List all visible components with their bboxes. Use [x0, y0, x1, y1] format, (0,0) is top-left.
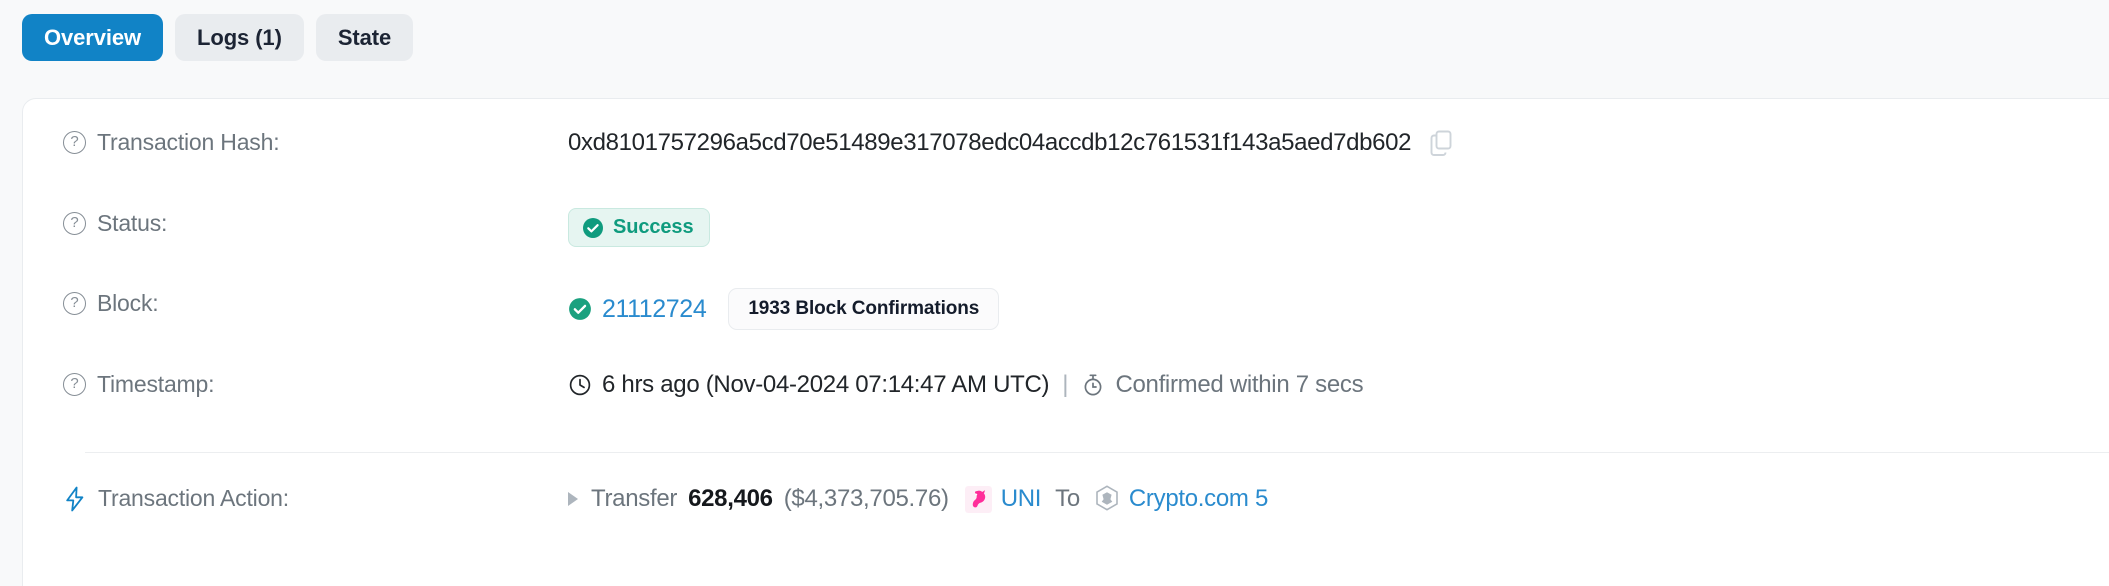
block-number-link[interactable]: 21112724	[602, 295, 707, 324]
transaction-details-page: Overview Logs (1) State ? Transaction Ha…	[0, 0, 2109, 586]
timestamp-value-cell: 6 hrs ago (Nov-04-2024 07:14:47 AM UTC) …	[568, 369, 2109, 401]
check-circle-icon	[583, 217, 603, 238]
transaction-hash-label-cell: ? Transaction Hash:	[63, 127, 568, 156]
timestamp-relative: 6 hrs ago (Nov-04-2024 07:14:47 AM UTC)	[602, 371, 1050, 398]
transaction-action-value-cell: Transfer 628,406 ($4,373,705.76) UNI To	[568, 483, 2109, 515]
detail-rows: ? Transaction Hash: 0xd8101757296a5cd70e…	[23, 99, 2109, 515]
uniswap-unicorn-icon	[964, 485, 992, 513]
transaction-hash-value-cell: 0xd8101757296a5cd70e51489e317078edc04acc…	[568, 127, 2109, 159]
timestamp-separator: |	[1062, 371, 1069, 398]
block-confirmations-badge: 1933 Block Confirmations	[728, 288, 1000, 330]
stopwatch-icon	[1084, 374, 1102, 396]
row-transaction-hash: ? Transaction Hash: 0xd8101757296a5cd70e…	[23, 127, 2109, 186]
block-label: Block:	[97, 290, 159, 316]
action-to-word: To	[1055, 485, 1080, 512]
timestamp-label: Timestamp:	[97, 371, 215, 397]
status-badge: Success	[568, 208, 711, 247]
tab-logs[interactable]: Logs (1)	[175, 14, 304, 61]
status-label-cell: ? Status:	[63, 208, 568, 237]
action-verb: Transfer	[591, 485, 678, 512]
row-timestamp: ? Timestamp: 6 hrs ago (Nov-04-2024 07:1…	[23, 369, 2109, 428]
tab-state[interactable]: State	[315, 14, 414, 61]
action-amount: 628,406	[688, 485, 773, 512]
recipient-link[interactable]: Crypto.com 5	[1129, 485, 1268, 513]
question-circle-icon[interactable]: ?	[63, 373, 86, 396]
caret-right-icon[interactable]	[568, 492, 578, 506]
clock-icon	[569, 374, 591, 396]
question-circle-icon[interactable]: ?	[63, 292, 86, 315]
token-symbol-link[interactable]: UNI	[1001, 485, 1042, 513]
question-circle-icon[interactable]: ?	[63, 131, 86, 154]
row-block: ? Block: 21112724 1933 Block Confirmatio…	[23, 288, 2109, 347]
block-label-cell: ? Block:	[63, 288, 568, 317]
row-transaction-action: Transaction Action: Transfer 628,406 ($4…	[23, 453, 2109, 515]
status-value-cell: Success	[568, 208, 2109, 247]
row-status: ? Status: Success	[23, 208, 2109, 267]
timestamp-confirmed-within: Confirmed within 7 secs	[1115, 371, 1364, 398]
block-value-cell: 21112724 1933 Block Confirmations	[568, 288, 2109, 330]
cryptocom-icon	[1096, 485, 1118, 511]
overview-card: ? Transaction Hash: 0xd8101757296a5cd70e…	[22, 98, 2109, 586]
action-usd-value: ($4,373,705.76)	[783, 485, 949, 512]
lightning-bolt-icon	[66, 486, 84, 511]
status-label: Status:	[97, 210, 168, 236]
transaction-action-label: Transaction Action:	[98, 485, 289, 511]
tab-bar: Overview Logs (1) State	[22, 14, 414, 61]
transaction-hash-value: 0xd8101757296a5cd70e51489e317078edc04acc…	[568, 129, 1412, 156]
tab-overview[interactable]: Overview	[22, 14, 164, 61]
status-badge-text: Success	[613, 216, 694, 238]
transaction-action-label-cell: Transaction Action:	[63, 483, 568, 512]
check-circle-icon	[569, 298, 591, 320]
question-circle-icon[interactable]: ?	[63, 212, 86, 235]
transaction-hash-label: Transaction Hash:	[97, 129, 280, 155]
copy-icon[interactable]	[1429, 130, 1453, 156]
timestamp-label-cell: ? Timestamp:	[63, 369, 568, 398]
